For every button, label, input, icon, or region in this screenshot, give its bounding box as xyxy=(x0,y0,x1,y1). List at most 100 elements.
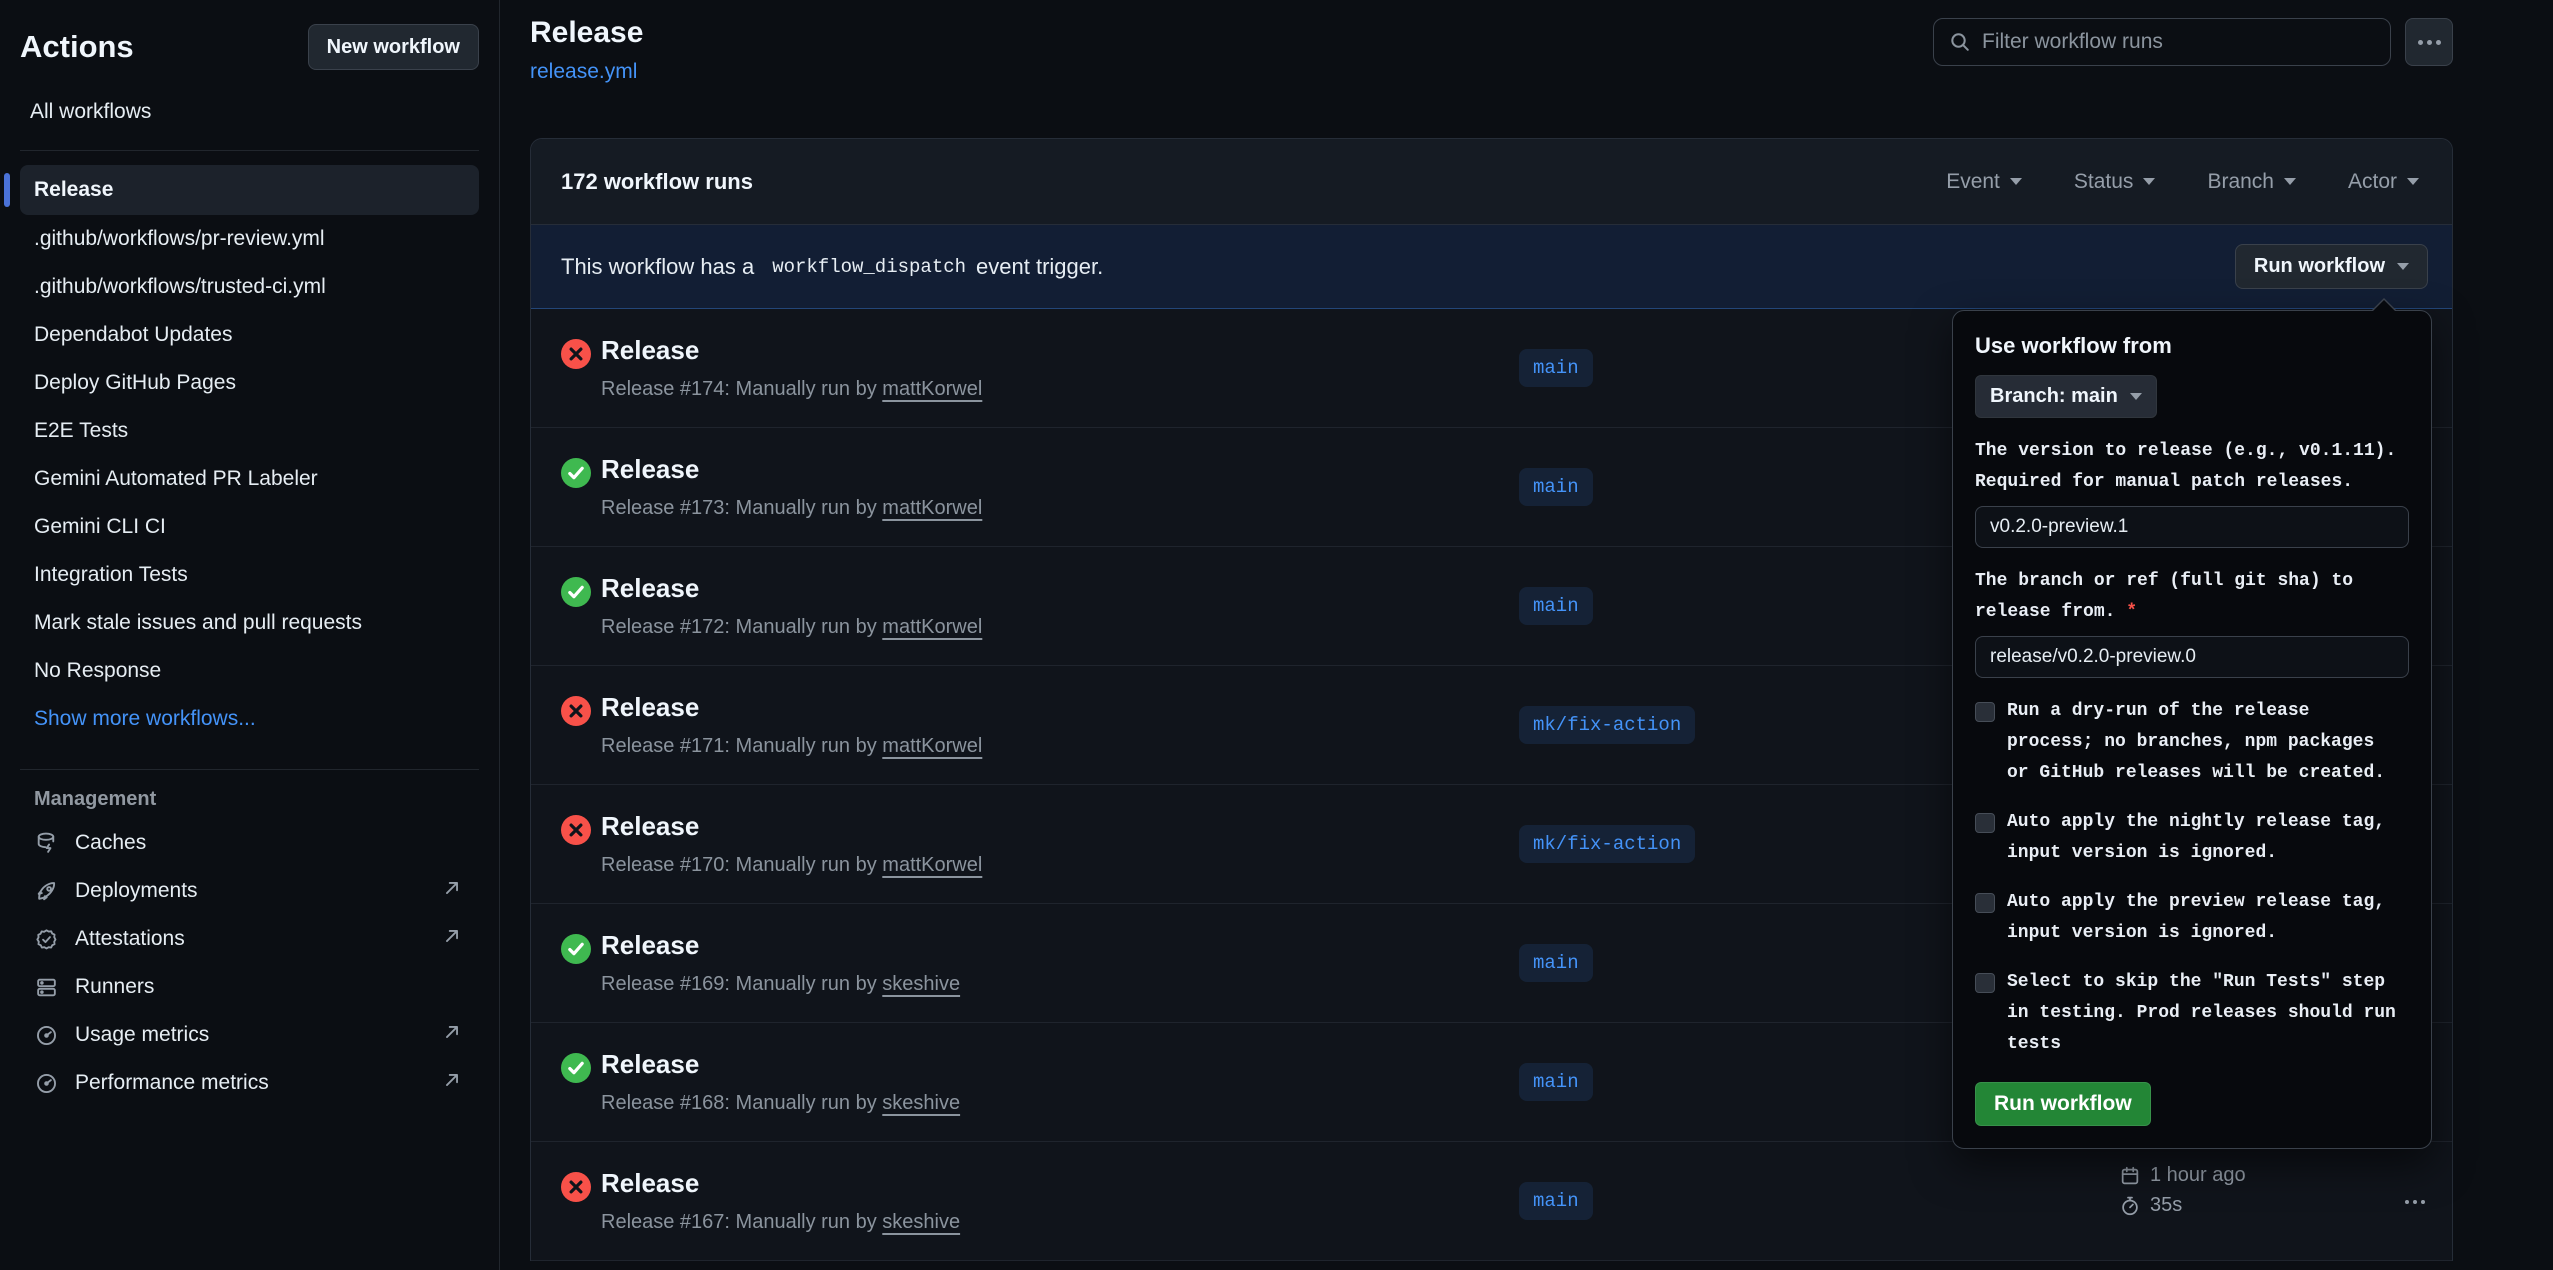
sidebar-management-item[interactable]: Deployments xyxy=(20,867,479,915)
external-link-icon xyxy=(441,925,463,947)
checkbox[interactable] xyxy=(1975,973,1995,993)
checkbox-label: Auto apply the nightly release tag, inpu… xyxy=(2007,807,2385,869)
banner-text: event trigger. xyxy=(976,254,1103,280)
sidebar-workflow-item[interactable]: Integration Tests xyxy=(20,551,479,599)
filter-dropdown[interactable]: Actor xyxy=(2348,170,2419,194)
workflow-kebab-menu-button[interactable] xyxy=(2405,18,2453,66)
branch-badge[interactable]: main xyxy=(1519,349,1593,387)
sidebar-workflow-label: Deploy GitHub Pages xyxy=(34,371,236,395)
sidebar-workflow-label: Gemini CLI CI xyxy=(34,515,166,539)
management-list: Caches Deployments Attestations Runners … xyxy=(20,819,479,1107)
sidebar-management-label: Caches xyxy=(75,831,146,855)
checkbox-label: Select to skip the "Run Tests" step in t… xyxy=(2007,967,2396,1060)
sidebar-workflow-label: Release xyxy=(34,178,113,202)
version-field-label: The version to release (e.g., v0.1.11). … xyxy=(1975,436,2409,498)
sidebar-workflow-item[interactable]: .github/workflows/pr-review.yml xyxy=(20,215,479,263)
sidebar-title: Actions xyxy=(20,29,134,65)
sidebar-management-item[interactable]: Caches xyxy=(20,819,479,867)
branch-badge[interactable]: main xyxy=(1519,587,1593,625)
branch-badge[interactable]: main xyxy=(1519,944,1593,982)
branch-badge[interactable]: mk/fix-action xyxy=(1519,706,1695,744)
version-input[interactable] xyxy=(1975,506,2409,548)
run-actor-link[interactable]: mattKorwel xyxy=(882,854,982,876)
chevron-down-icon xyxy=(2130,393,2142,400)
filter-dropdown[interactable]: Branch xyxy=(2207,170,2296,194)
sidebar-workflow-item[interactable]: No Response xyxy=(20,647,479,695)
run-description: Release #169: Manually run by xyxy=(601,973,882,995)
run-actor-link[interactable]: mattKorwel xyxy=(882,735,982,757)
run-actor-link[interactable]: mattKorwel xyxy=(882,378,982,400)
checkbox[interactable] xyxy=(1975,813,1995,833)
run-workflow-submit-button[interactable]: Run workflow xyxy=(1975,1082,2151,1126)
run-description: Release #168: Manually run by xyxy=(601,1092,882,1114)
run-description: Release #171: Manually run by xyxy=(601,735,882,757)
checkbox[interactable] xyxy=(1975,702,1995,722)
sidebar-management-label: Performance metrics xyxy=(75,1071,269,1095)
workflow-list: Release .github/workflows/pr-review.yml … xyxy=(20,165,479,695)
run-count: 172 workflow runs xyxy=(561,169,753,195)
sidebar-workflow-label: Mark stale issues and pull requests xyxy=(34,611,362,635)
run-actor-link[interactable]: mattKorwel xyxy=(882,497,982,519)
dialog-heading: Use workflow from xyxy=(1975,333,2409,359)
sidebar-workflow-item[interactable]: .github/workflows/trusted-ci.yml xyxy=(20,263,479,311)
show-more-workflows-link[interactable]: Show more workflows... xyxy=(20,695,479,743)
sidebar-workflow-item[interactable]: Deploy GitHub Pages xyxy=(20,359,479,407)
chevron-down-icon xyxy=(2143,178,2155,185)
checkbox[interactable] xyxy=(1975,893,1995,913)
workflow-dispatch-banner: This workflow has a workflow_dispatch ev… xyxy=(531,225,2452,309)
branch-badge[interactable]: main xyxy=(1519,1063,1593,1101)
branch-badge[interactable]: main xyxy=(1519,1182,1593,1220)
dialog-checkbox-row: Auto apply the preview release tag, inpu… xyxy=(1975,887,2409,949)
sidebar-management-item[interactable]: Attestations xyxy=(20,915,479,963)
sidebar-management-item[interactable]: Runners xyxy=(20,963,479,1011)
workflow-run-row[interactable]: Release Release #167: Manually run by sk… xyxy=(531,1142,2452,1261)
sidebar-management-label: Attestations xyxy=(75,927,185,951)
workflow-file-link[interactable]: release.yml xyxy=(530,60,637,84)
filter-label: Status xyxy=(2074,170,2134,194)
kebab-horizontal-icon xyxy=(2413,1200,2417,1204)
run-start-time: 1 hour ago xyxy=(2150,1164,2246,1187)
new-workflow-button[interactable]: New workflow xyxy=(308,24,479,70)
meter-icon xyxy=(34,1023,59,1048)
chevron-down-icon xyxy=(2010,178,2022,185)
search-icon xyxy=(1948,30,1972,54)
run-workflow-dropdown-button[interactable]: Run workflow xyxy=(2235,244,2428,289)
sidebar-workflow-label: No Response xyxy=(34,659,161,683)
actions-sidebar: Actions New workflow All workflows Relea… xyxy=(0,0,500,1270)
sidebar-item-all-workflows[interactable]: All workflows xyxy=(30,100,479,124)
sidebar-workflow-item[interactable]: Gemini Automated PR Labeler xyxy=(20,455,479,503)
sidebar-workflow-item[interactable]: Mark stale issues and pull requests xyxy=(20,599,479,647)
banner-text: This workflow has a xyxy=(561,254,754,280)
server-icon xyxy=(34,975,59,1000)
ref-field-label: The branch or ref (full git sha) to rele… xyxy=(1975,566,2409,628)
branch-badge[interactable]: main xyxy=(1519,468,1593,506)
sidebar-workflow-label: E2E Tests xyxy=(34,419,128,443)
chevron-down-icon xyxy=(2407,178,2419,185)
filter-label: Event xyxy=(1946,170,2000,194)
filter-runs-input[interactable] xyxy=(1982,19,2390,65)
branch-badge[interactable]: mk/fix-action xyxy=(1519,825,1695,863)
dialog-checkbox-row: Auto apply the nightly release tag, inpu… xyxy=(1975,807,2409,869)
sidebar-workflow-item[interactable]: E2E Tests xyxy=(20,407,479,455)
database-icon xyxy=(34,831,59,856)
run-description: Release #170: Manually run by xyxy=(601,854,882,876)
sidebar-management-item[interactable]: Usage metrics xyxy=(20,1011,479,1059)
branch-select-button[interactable]: Branch: main xyxy=(1975,375,2157,418)
check-circle-icon xyxy=(561,1053,591,1083)
run-actor-link[interactable]: skeshive xyxy=(882,973,960,995)
sidebar-workflow-item[interactable]: Dependabot Updates xyxy=(20,311,479,359)
filter-dropdown[interactable]: Event xyxy=(1946,170,2022,194)
sidebar-workflow-item[interactable]: Gemini CLI CI xyxy=(20,503,479,551)
run-kebab-menu-button[interactable] xyxy=(2400,1190,2430,1214)
sidebar-management-item[interactable]: Performance metrics xyxy=(20,1059,479,1107)
run-actor-link[interactable]: skeshive xyxy=(882,1092,960,1114)
filter-dropdown[interactable]: Status xyxy=(2074,170,2156,194)
run-duration: 35s xyxy=(2150,1194,2182,1217)
stopwatch-icon xyxy=(2119,1195,2141,1217)
ref-input[interactable] xyxy=(1975,636,2409,678)
run-actor-link[interactable]: mattKorwel xyxy=(882,616,982,638)
sidebar-workflow-label: .github/workflows/trusted-ci.yml xyxy=(34,275,326,299)
sidebar-management-label: Deployments xyxy=(75,879,198,903)
sidebar-workflow-item[interactable]: Release xyxy=(20,165,479,215)
run-actor-link[interactable]: skeshive xyxy=(882,1211,960,1233)
